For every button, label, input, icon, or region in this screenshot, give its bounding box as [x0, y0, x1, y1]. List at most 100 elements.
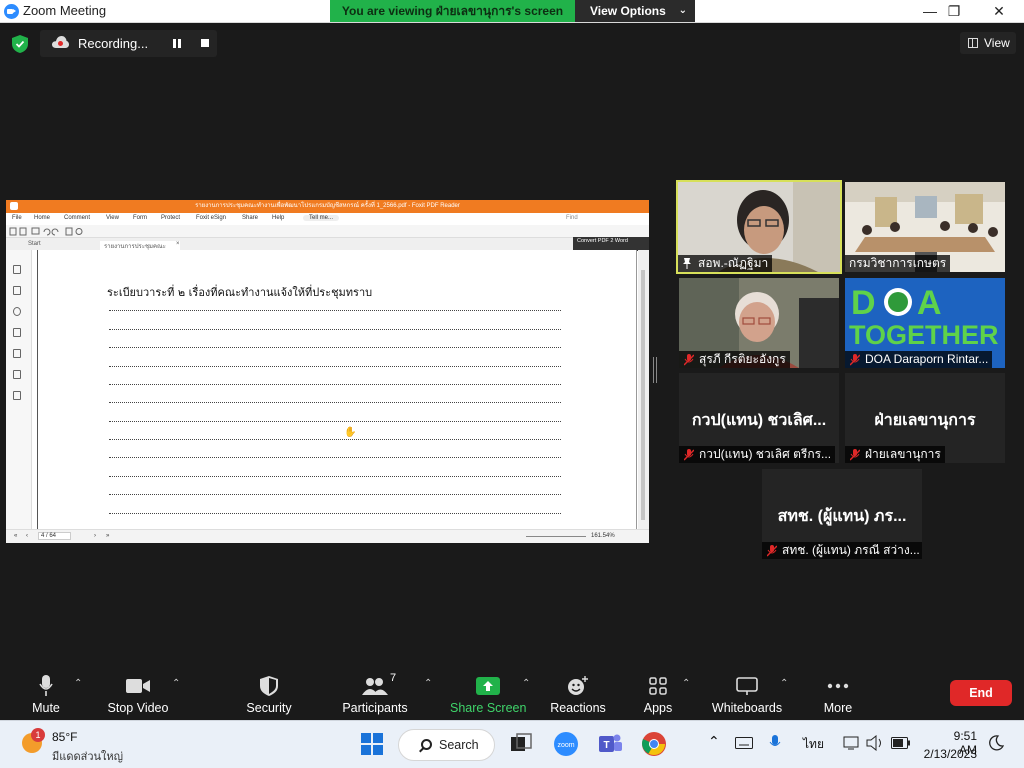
participant-name: สทช. (ผู้แทน) ภรณี สว่าง... [762, 542, 922, 559]
share-screen-label: Share Screen [450, 701, 527, 715]
shared-screen[interactable]: รายงานการประชุมคณะทำงานเพื่อพัฒนาโปรแกรม… [6, 200, 649, 543]
reactions-button[interactable]: Reactions [548, 674, 608, 715]
bookmark-icon[interactable] [13, 265, 21, 274]
share-options-caret[interactable]: ⌃ [522, 678, 530, 689]
participants-button[interactable]: 7 Participants [340, 672, 410, 715]
volume-icon[interactable] [866, 735, 884, 751]
battery-icon[interactable] [891, 737, 911, 749]
stop-video-button[interactable]: Stop Video [105, 674, 171, 715]
microphone-icon [39, 675, 53, 696]
show-hidden-icons-caret[interactable]: ⌃ [708, 733, 720, 750]
muted-mic-icon [850, 449, 860, 461]
menu-help[interactable]: Help [272, 215, 284, 221]
menu-form[interactable]: Form [133, 215, 147, 221]
input-language[interactable]: ไทย [803, 735, 824, 754]
whiteboards-button[interactable]: Whiteboards [708, 674, 786, 715]
clock-date[interactable]: 2/13/2023 [923, 747, 977, 761]
close-button[interactable]: ✕ [977, 0, 1021, 23]
comment-icon[interactable] [13, 307, 21, 316]
pause-recording-icon[interactable] [173, 39, 182, 48]
view-layout-button[interactable]: View [960, 32, 1016, 54]
weather-description[interactable]: มีแดดส่วนใหญ่ [52, 747, 123, 765]
maximize-button[interactable]: ❐ [932, 0, 976, 23]
participant-tile[interactable]: ฝ่ายเลขานุการ ฝ่ายเลขานุการ [845, 373, 1005, 463]
more-dots-icon [827, 683, 849, 689]
participant-tile[interactable]: กรมวิชาการเกษตร [845, 182, 1005, 272]
encryption-shield-icon[interactable] [12, 35, 28, 53]
whiteboards-options-caret[interactable]: ⌃ [780, 678, 788, 689]
menu-foxit-esign[interactable]: Foxit eSign [196, 215, 226, 221]
focus-assist-moon-icon[interactable] [988, 735, 1004, 751]
share-screen-icon [476, 677, 500, 695]
page-thumbnail-icon[interactable] [13, 286, 21, 295]
participant-tile[interactable]: สทช. (ผู้แทน) ภร... สทช. (ผู้แทน) ภรณี ส… [762, 469, 922, 559]
dotted-line [109, 402, 561, 403]
task-view-icon[interactable] [508, 731, 534, 757]
tab-close-icon[interactable]: × [176, 241, 180, 247]
menu-view[interactable]: View [106, 215, 119, 221]
convert-pdf-banner[interactable]: Convert PDF 2 Word [573, 237, 649, 251]
zoom-slider[interactable] [526, 536, 586, 537]
dotted-line [109, 329, 561, 330]
mute-button[interactable]: Mute [22, 674, 70, 715]
svg-text:A: A [917, 284, 942, 322]
apps-button[interactable]: Apps [636, 674, 680, 715]
view-grid-icon [968, 38, 978, 48]
zoom-app-icon[interactable]: zoom [553, 731, 579, 757]
dotted-line [109, 421, 561, 422]
hand-cursor-icon: ✋ [344, 427, 357, 438]
menu-file[interactable]: File [12, 215, 22, 221]
next-page-icon[interactable]: › [94, 533, 96, 539]
view-options-button[interactable]: View Options ⌄ [575, 0, 695, 22]
window-title: Zoom Meeting [23, 3, 107, 18]
participant-name-text: ฝ่ายเลขานุการ [865, 447, 941, 461]
apps-options-caret[interactable]: ⌃ [682, 678, 690, 689]
apps-label: Apps [643, 701, 673, 715]
taskbar-search[interactable]: Search [398, 729, 495, 761]
foxit-toolbar-icons[interactable] [6, 225, 126, 238]
security-button[interactable]: Security [245, 674, 293, 715]
audio-options-caret[interactable]: ⌃ [74, 678, 82, 689]
tab-start[interactable]: Start [28, 241, 41, 247]
participant-tile[interactable]: กวป(แทน) ชวเลิศ... กวป(แทน) ชวเลิศ ตรีกร… [679, 373, 839, 463]
participant-tile[interactable]: สอพ.-ณัฏฐิมา [676, 180, 842, 274]
weather-temperature[interactable]: 85°F [52, 730, 77, 744]
microsoft-teams-icon[interactable]: T [597, 731, 623, 757]
pdf-page[interactable]: ระเบียบวาระที่ ๒ เรื่องที่คณะทำงานแจ้งให… [37, 250, 637, 529]
prev-page-icon[interactable]: ‹ [26, 533, 28, 539]
participants-options-caret[interactable]: ⌃ [424, 678, 432, 689]
windows-start-icon[interactable] [359, 731, 385, 757]
chrome-icon[interactable] [641, 731, 667, 757]
chevron-down-icon: ⌄ [678, 5, 687, 16]
layers-icon[interactable] [13, 328, 21, 337]
signature-icon[interactable] [13, 391, 21, 400]
participant-tile[interactable]: สุรภี กีรติยะอังกูร [679, 278, 839, 368]
stop-recording-icon[interactable] [201, 39, 209, 47]
more-button[interactable]: More [816, 674, 860, 715]
search-icon [421, 739, 432, 750]
lock-icon[interactable] [13, 370, 21, 379]
mute-label: Mute [32, 701, 60, 715]
menu-comment[interactable]: Comment [64, 215, 90, 221]
apps-icon [649, 677, 667, 695]
recording-label: Recording... [78, 36, 149, 51]
find-field[interactable]: Find [566, 215, 578, 221]
menu-share[interactable]: Share [242, 215, 258, 221]
last-page-icon[interactable]: » [106, 533, 109, 539]
keyboard-icon[interactable] [735, 737, 753, 749]
resize-divider-handle[interactable] [653, 357, 657, 383]
pdf-scrollbar[interactable] [638, 250, 649, 529]
end-meeting-button[interactable]: End [950, 680, 1012, 706]
zoom-level: 161.54% [591, 533, 615, 539]
participant-tile[interactable]: D A TOGETHER DOA Daraporn Rintar... [845, 278, 1005, 368]
network-icon[interactable] [843, 735, 859, 751]
menu-protect[interactable]: Protect [161, 215, 180, 221]
video-options-caret[interactable]: ⌃ [172, 678, 180, 689]
first-page-icon[interactable]: « [14, 533, 17, 539]
attachment-icon[interactable] [13, 349, 21, 358]
share-screen-button[interactable]: Share Screen [450, 674, 526, 715]
menu-home[interactable]: Home [34, 215, 50, 221]
page-number-field[interactable]: 4 / 64 [38, 532, 72, 540]
microphone-tray-icon[interactable] [769, 735, 781, 751]
menu-tell-me[interactable]: Tell me... [303, 215, 340, 221]
